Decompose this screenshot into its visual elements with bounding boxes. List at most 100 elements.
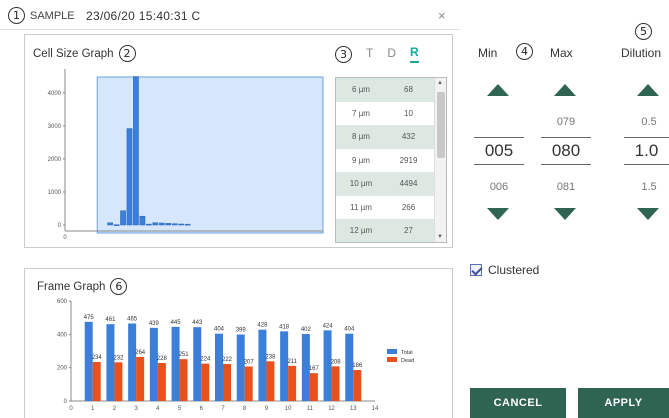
x-tick-label: 12 xyxy=(328,406,335,412)
total-bar xyxy=(128,323,137,401)
clustered-option[interactable]: Clustered xyxy=(470,263,539,277)
total-label: 404 xyxy=(214,327,225,333)
table-row[interactable]: 9 µm 2919 xyxy=(336,149,446,173)
clustered-label: Clustered xyxy=(488,263,540,277)
marker-1: 1 xyxy=(8,7,25,24)
table-row[interactable]: 10 µm 4494 xyxy=(336,172,446,196)
total-label: 402 xyxy=(301,327,312,333)
x-tick-label: 5 xyxy=(178,406,182,412)
dead-bar xyxy=(266,361,275,401)
size-cell: 7 µm xyxy=(352,108,370,118)
sample-header: 1 SAMPLE 23/06/20 15:40:31 C × xyxy=(0,0,460,30)
x-tick-label: 0 xyxy=(63,235,67,241)
scroll-up-icon[interactable]: ▲ xyxy=(437,80,443,86)
x-tick-label: 9 xyxy=(265,406,269,412)
dead-bar xyxy=(136,357,145,401)
y-tick-label: 3000 xyxy=(48,124,62,130)
legend-label: Total xyxy=(401,350,413,356)
dead-label: 224 xyxy=(200,357,211,363)
total-label: 443 xyxy=(192,320,203,326)
x-tick-label: 10 xyxy=(285,406,292,412)
total-bar xyxy=(193,327,202,401)
dead-bar xyxy=(157,363,166,401)
dead-bar xyxy=(244,366,253,401)
apply-button[interactable]: APPLY xyxy=(578,388,669,418)
tab-t[interactable]: T xyxy=(366,46,373,62)
legend-label: Dead xyxy=(401,358,414,364)
tab-r[interactable]: R xyxy=(410,45,419,63)
total-label: 475 xyxy=(84,315,95,321)
dead-label: 234 xyxy=(92,355,103,361)
size-cell: 11 µm xyxy=(350,202,372,212)
dead-bar xyxy=(331,366,340,401)
total-label: 418 xyxy=(279,324,290,330)
table-row[interactable]: 6 µm 68 xyxy=(336,78,446,102)
table-row[interactable]: 12 µm 27 xyxy=(336,219,446,242)
dilution-value[interactable]: 1.0 xyxy=(624,137,669,165)
table-row[interactable]: 7 µm 10 xyxy=(336,102,446,126)
total-label: 465 xyxy=(127,317,138,323)
size-cell: 9 µm xyxy=(352,155,370,165)
marker-5: 5 xyxy=(635,23,652,40)
y-tick-label: 400 xyxy=(57,332,68,338)
min-up-icon[interactable] xyxy=(487,84,509,96)
x-tick-label: 7 xyxy=(221,406,225,412)
x-tick-label: 4 xyxy=(156,406,160,412)
dead-label: 186 xyxy=(352,363,363,369)
total-label: 445 xyxy=(171,320,182,326)
sample-timestamp: 23/06/20 15:40:31 C xyxy=(86,9,201,23)
close-icon[interactable]: × xyxy=(438,8,446,23)
max-label: Max xyxy=(550,46,573,60)
cell-size-table: 6 µm 68 7 µm 10 8 µm 432 9 µm 2919 10 µm 4494 11 µ… xyxy=(335,77,447,243)
total-bar xyxy=(171,326,180,401)
checkbox-icon[interactable] xyxy=(470,264,482,276)
sample-label: SAMPLE xyxy=(30,10,75,22)
cell-size-panel: Cell Size Graph 2 3 T D R 0 1000 2000 3000 4… xyxy=(24,34,453,248)
y-tick-label: 600 xyxy=(57,299,68,305)
total-bar xyxy=(323,330,332,401)
max-value[interactable]: 080 xyxy=(541,137,591,165)
table-row[interactable]: 8 µm 432 xyxy=(336,125,446,149)
dilution-prev-value: 0.5 xyxy=(641,116,657,128)
size-bar xyxy=(184,223,191,226)
max-prev-value: 079 xyxy=(556,116,576,128)
total-bar xyxy=(84,321,93,401)
dead-bar xyxy=(223,364,231,401)
max-up-icon[interactable] xyxy=(554,84,576,96)
min-label: Min xyxy=(478,46,498,60)
x-tick-label: 0 xyxy=(69,406,73,412)
dilution-down-icon[interactable] xyxy=(637,208,659,220)
table-row[interactable]: 11 µm 266 xyxy=(336,196,446,220)
min-value[interactable]: 005 xyxy=(474,137,524,165)
min-down-icon[interactable] xyxy=(487,208,509,220)
scroll-thumb[interactable] xyxy=(437,92,445,158)
x-tick-label: 13 xyxy=(350,406,357,412)
dead-label: 238 xyxy=(265,354,276,360)
min-next-value: 006 xyxy=(489,181,509,193)
x-tick-label: 14 xyxy=(372,406,379,412)
range-controls: Min 4 Max 5 Dilution 005 006 079 080 081… xyxy=(470,0,669,418)
legend-swatch xyxy=(387,357,397,362)
max-down-icon[interactable] xyxy=(554,208,576,220)
dead-bar xyxy=(114,362,123,401)
count-cell: 10 xyxy=(404,108,413,118)
dilution-next-value: 1.5 xyxy=(641,181,657,193)
total-bar xyxy=(280,331,289,401)
size-bar xyxy=(126,128,133,226)
dead-bar xyxy=(288,365,297,401)
scroll-down-icon[interactable]: ▼ xyxy=(437,234,443,240)
dead-label: 232 xyxy=(113,355,124,361)
max-next-value: 081 xyxy=(556,181,576,193)
cancel-button[interactable]: CANCEL xyxy=(470,388,566,418)
dilution-label: Dilution xyxy=(621,46,662,60)
total-bar xyxy=(149,327,158,401)
count-cell: 27 xyxy=(404,226,413,236)
size-bar xyxy=(146,223,152,226)
table-scrollbar[interactable]: ▲ ▼ xyxy=(434,78,446,242)
size-bar xyxy=(107,222,113,226)
x-tick-label: 6 xyxy=(200,406,204,412)
dilution-up-icon[interactable] xyxy=(637,84,659,96)
total-bar xyxy=(236,334,245,401)
tab-d[interactable]: D xyxy=(387,46,396,62)
count-cell: 2919 xyxy=(399,155,418,165)
